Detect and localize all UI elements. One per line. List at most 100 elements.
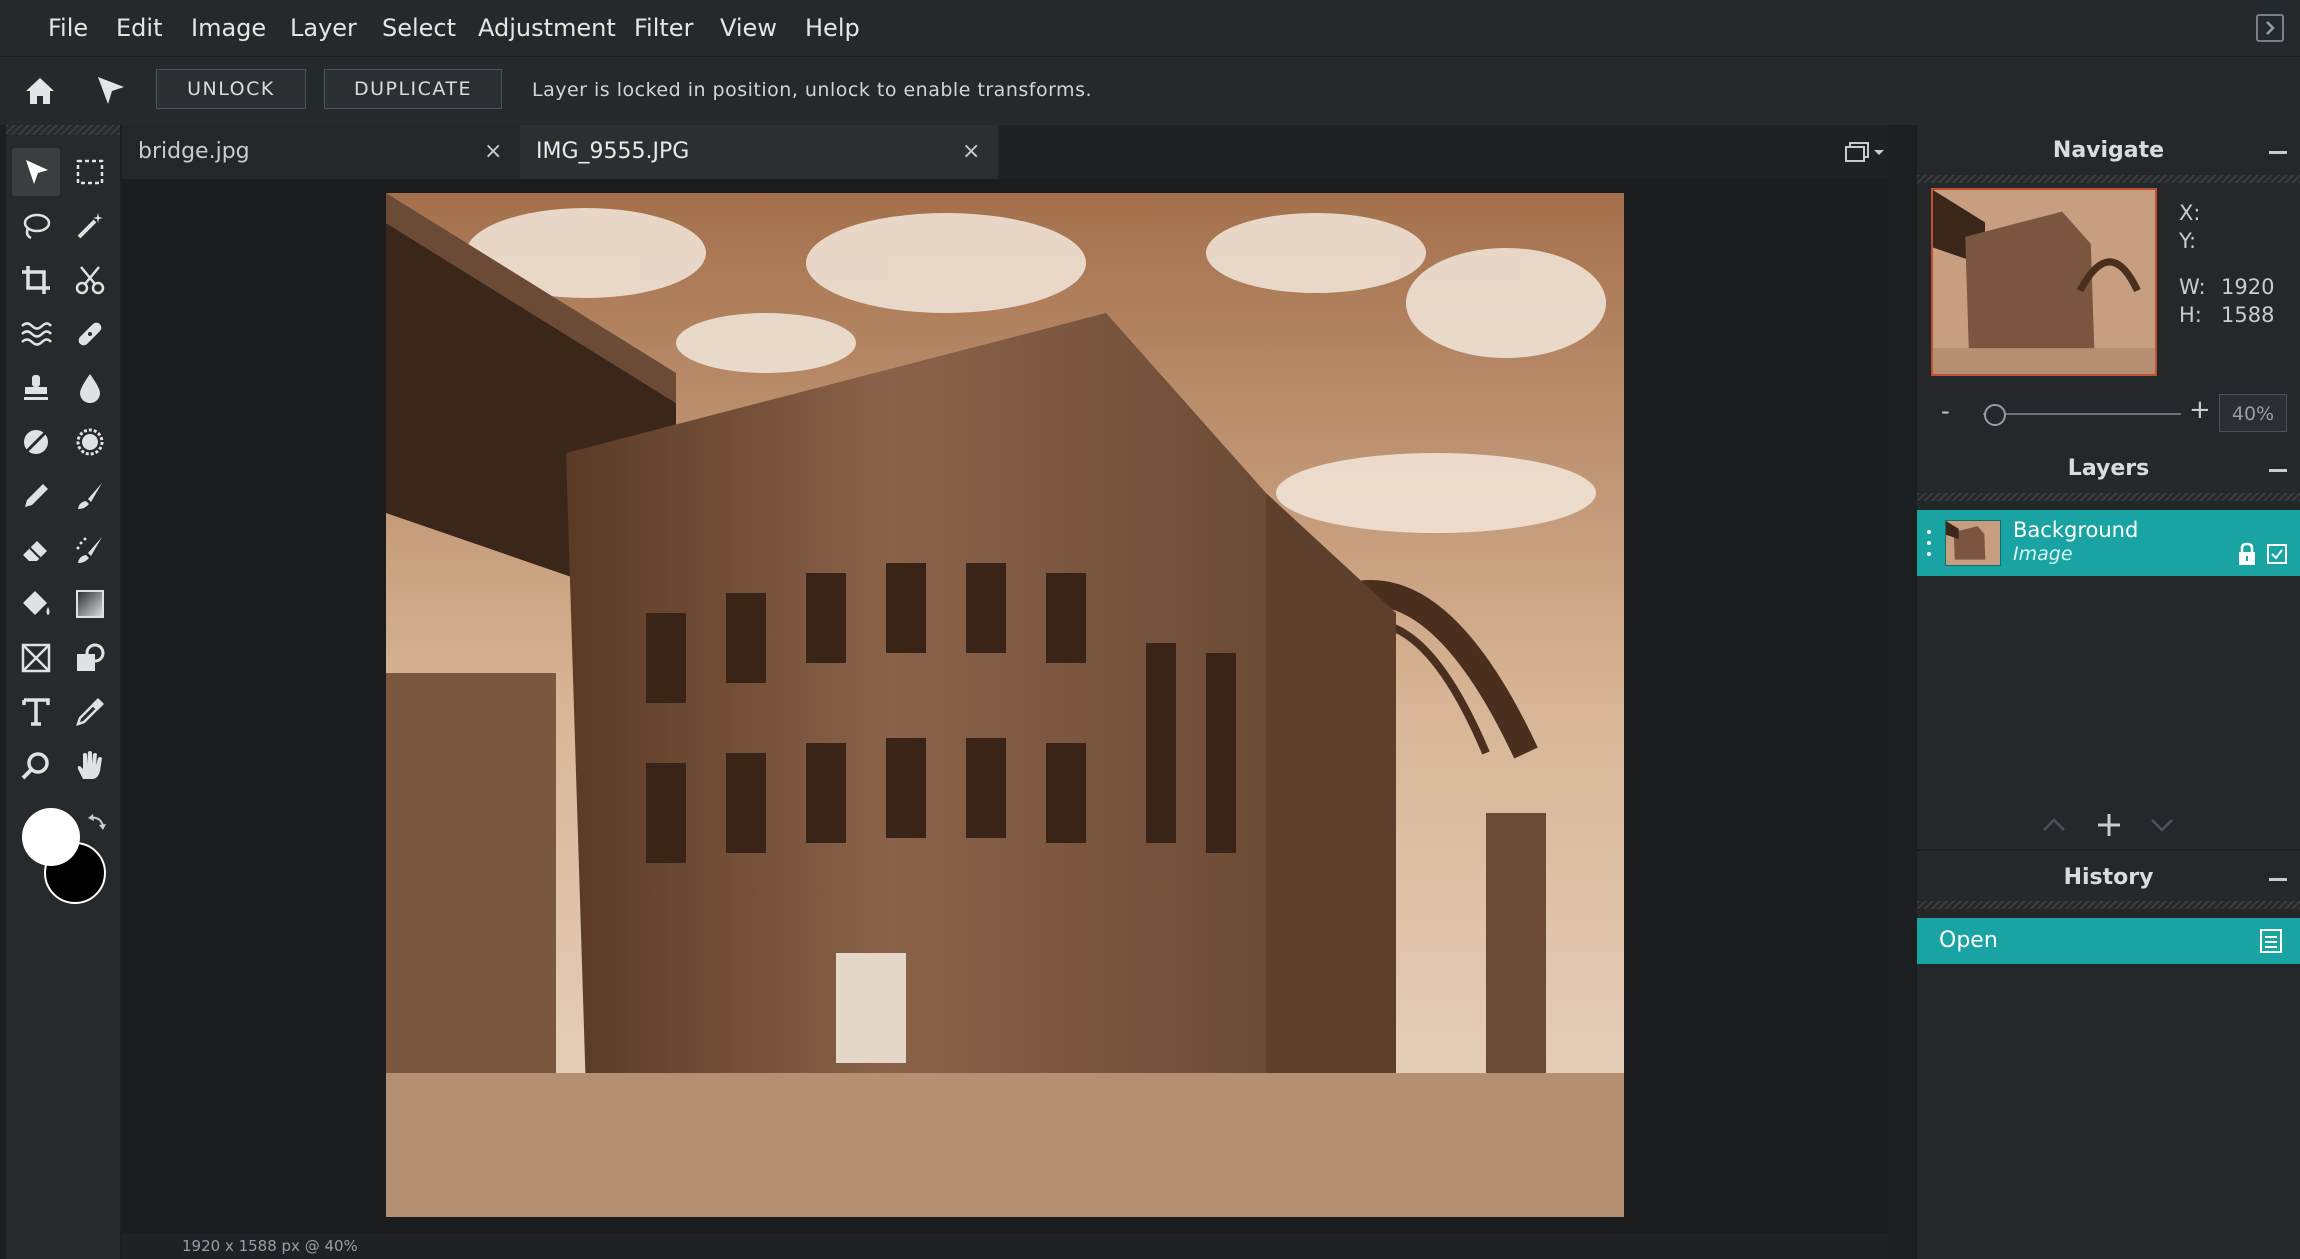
lasso-icon	[23, 213, 51, 240]
home-button[interactable]	[22, 73, 58, 109]
minimize-history-button[interactable]	[2269, 878, 2287, 881]
eyedropper-tool[interactable]	[66, 688, 114, 736]
hand-icon	[77, 751, 102, 779]
window-mode-button[interactable]	[1842, 139, 1890, 167]
zoom-slider-handle[interactable]	[1983, 404, 2006, 426]
move-layer-down-button[interactable]	[2149, 815, 2175, 835]
crop-icon	[22, 266, 50, 294]
layer-shape-tool[interactable]	[66, 634, 114, 682]
navigator-thumbnail[interactable]	[1931, 188, 2157, 376]
zoom-tool[interactable]	[12, 742, 60, 790]
dodge-icon	[24, 430, 48, 454]
status-text: 1920 x 1588 px @ 40%	[182, 1237, 358, 1255]
menu-help[interactable]: Help	[805, 14, 860, 42]
zoom-out-button[interactable]: -	[1941, 397, 1950, 425]
zoom-in-button[interactable]: +	[2189, 395, 2211, 425]
tab-label: bridge.jpg	[138, 139, 250, 164]
sponge-tool[interactable]	[66, 418, 114, 466]
options-bar: UNLOCK DUPLICATE Layer is locked in posi…	[0, 56, 2300, 125]
add-layer-button[interactable]	[2095, 811, 2123, 839]
magic-wand-tool[interactable]	[66, 202, 114, 250]
close-icon[interactable]: ×	[962, 139, 980, 164]
layer-name: Background	[2013, 518, 2139, 542]
liquify-tool[interactable]	[12, 310, 60, 358]
bandage-icon	[78, 322, 102, 346]
shape-tool[interactable]	[12, 634, 60, 682]
divider	[1917, 849, 2300, 851]
unlock-button[interactable]: UNLOCK	[156, 69, 306, 109]
blur-tool[interactable]	[66, 364, 114, 412]
chevron-up-icon	[2043, 818, 2065, 831]
dodge-burn-tool[interactable]	[12, 418, 60, 466]
move-layer-up-button[interactable]	[2041, 815, 2067, 835]
frame-icon	[21, 643, 51, 673]
crop-tool[interactable]	[12, 256, 60, 304]
thumbnail-photo	[1933, 190, 2155, 374]
right-panel: Navigate X: Y: W: 1920 H: 1588 - + 40% L…	[1917, 125, 2300, 1259]
menu-layer[interactable]: Layer	[290, 14, 357, 42]
chevron-down-icon	[2151, 819, 2173, 832]
layer-item[interactable]: Background Image	[1917, 510, 2300, 576]
close-icon[interactable]: ×	[484, 139, 502, 164]
lasso-tool[interactable]	[12, 202, 60, 250]
swap-colors-button[interactable]	[86, 812, 108, 834]
drag-handle-icon[interactable]	[1927, 528, 1931, 558]
history-label: Open	[1939, 928, 1998, 953]
eyedropper-icon	[76, 698, 104, 726]
gradient-tool[interactable]	[66, 580, 114, 628]
toolbox-grip	[6, 125, 120, 135]
move-tool-indicator	[92, 71, 132, 111]
brush-tool[interactable]	[66, 472, 114, 520]
zoom-input[interactable]: 40%	[2219, 394, 2287, 432]
healing-tool[interactable]	[66, 310, 114, 358]
menu-image[interactable]: Image	[191, 14, 266, 42]
duplicate-button[interactable]: DUPLICATE	[324, 69, 502, 109]
document-tabs: bridge.jpg × IMG_9555.JPG ×	[122, 125, 1888, 179]
window-icon	[1845, 142, 1884, 162]
clone-stamp-tool[interactable]	[12, 364, 60, 412]
paint-bucket-icon	[23, 591, 50, 615]
menu-view[interactable]: View	[720, 14, 777, 42]
hand-tool[interactable]	[66, 742, 114, 790]
magnifier-icon	[21, 752, 49, 780]
tab-img-9555[interactable]: IMG_9555.JPG ×	[520, 125, 998, 179]
foreground-color-swatch[interactable]	[22, 808, 80, 866]
tab-bridge[interactable]: bridge.jpg ×	[122, 125, 520, 179]
pencil-tool[interactable]	[12, 472, 60, 520]
zoom-slider[interactable]	[1983, 413, 2181, 415]
marquee-tool[interactable]	[66, 148, 114, 196]
fill-tool[interactable]	[12, 580, 60, 628]
status-bar: 1920 x 1588 px @ 40%	[122, 1233, 1888, 1259]
menu-adjustment[interactable]: Adjustment	[478, 14, 616, 42]
spray-tool[interactable]	[66, 526, 114, 574]
gradient-icon	[76, 590, 104, 618]
text-tool[interactable]	[12, 688, 60, 736]
navigate-title: Navigate	[2052, 138, 2165, 163]
plus-icon	[2098, 814, 2120, 836]
menu-select[interactable]: Select	[382, 14, 456, 42]
document-image[interactable]	[386, 193, 1624, 1217]
eraser-icon	[23, 541, 47, 561]
options-message: Layer is locked in position, unlock to e…	[532, 79, 1093, 101]
lock-icon[interactable]	[2237, 542, 2257, 566]
menu-filter[interactable]: Filter	[634, 14, 693, 42]
move-tool[interactable]	[12, 148, 60, 196]
minimize-navigate-button[interactable]	[2269, 151, 2287, 154]
menu-edit[interactable]: Edit	[116, 14, 162, 42]
marquee-icon	[76, 159, 104, 185]
history-item[interactable]: Open	[1917, 918, 2300, 964]
minimize-layers-button[interactable]	[2269, 469, 2287, 472]
menu-file[interactable]: File	[48, 14, 88, 42]
collapse-panel-button[interactable]	[2256, 14, 2284, 42]
scissors-icon	[75, 266, 105, 295]
visibility-checkbox[interactable]	[2267, 544, 2287, 564]
x-label: X:	[2179, 201, 2201, 225]
panel-grip	[1917, 175, 2300, 183]
height-value: 1588	[2221, 303, 2275, 327]
width-label: W:	[2179, 275, 2206, 299]
history-title: History	[2063, 865, 2154, 890]
menu-bar: File Edit Image Layer Select Adjustment …	[0, 0, 2300, 56]
eraser-tool[interactable]	[12, 526, 60, 574]
cut-tool[interactable]	[66, 256, 114, 304]
panel-grip	[1917, 493, 2300, 501]
